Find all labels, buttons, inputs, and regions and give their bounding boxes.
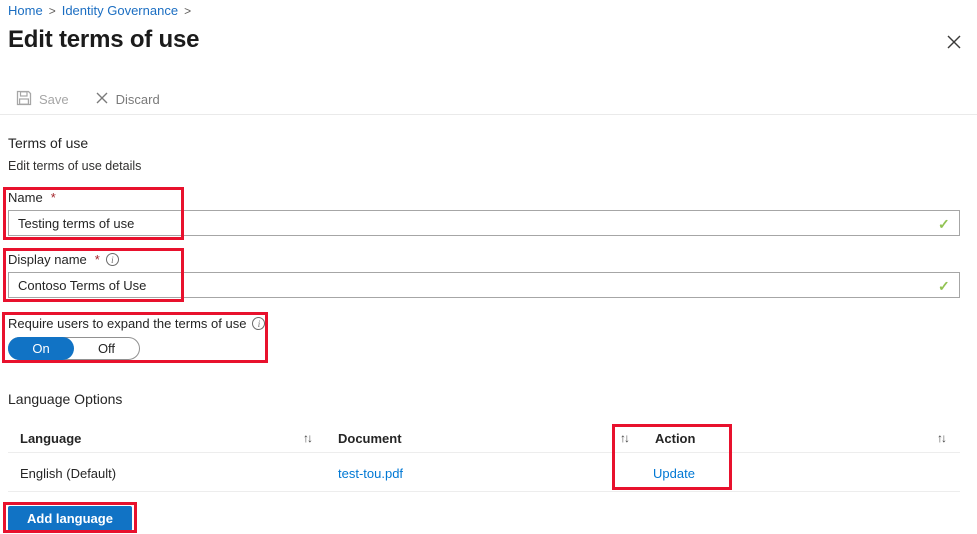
name-field-label: Name * bbox=[8, 190, 56, 205]
table-row-divider bbox=[8, 491, 960, 492]
section-subtitle: Edit terms of use details bbox=[8, 159, 142, 173]
sort-icon[interactable]: ↑↓ bbox=[620, 431, 630, 445]
expand-toggle-label: Require users to expand the terms of use… bbox=[8, 316, 266, 331]
discard-x-icon bbox=[95, 91, 109, 108]
section-title: Terms of use bbox=[8, 135, 89, 151]
display-name-input[interactable] bbox=[8, 272, 960, 298]
toggle-on-option[interactable]: On bbox=[8, 337, 74, 360]
discard-button[interactable]: Discard bbox=[95, 91, 160, 108]
update-link[interactable]: Update bbox=[653, 466, 695, 481]
expand-toggle[interactable]: On Off bbox=[8, 337, 140, 360]
breadcrumb-separator: > bbox=[48, 4, 56, 18]
sort-icon[interactable]: ↑↓ bbox=[303, 431, 313, 445]
breadcrumb: Home > Identity Governance > bbox=[8, 3, 197, 18]
column-header-language[interactable]: Language bbox=[20, 431, 81, 446]
add-language-button[interactable]: Add language bbox=[8, 506, 132, 531]
display-name-label-text: Display name bbox=[8, 252, 87, 267]
display-name-field-label: Display name * i bbox=[8, 252, 119, 267]
breadcrumb-separator: > bbox=[184, 4, 192, 18]
info-icon[interactable]: i bbox=[105, 253, 119, 266]
info-icon[interactable]: i bbox=[252, 317, 266, 330]
close-icon[interactable] bbox=[945, 33, 963, 51]
required-marker: * bbox=[94, 252, 100, 267]
language-options-heading: Language Options bbox=[8, 391, 123, 407]
table-header-divider bbox=[8, 452, 960, 453]
breadcrumb-identity-governance-link[interactable]: Identity Governance bbox=[62, 3, 178, 18]
sort-icon[interactable]: ↑↓ bbox=[937, 431, 947, 445]
table-cell-language: English (Default) bbox=[20, 466, 117, 481]
name-label-text: Name bbox=[8, 190, 43, 205]
column-header-document[interactable]: Document bbox=[338, 431, 402, 446]
command-bar: Save Discard bbox=[16, 90, 160, 109]
save-button-label: Save bbox=[39, 92, 69, 107]
name-valid-check-icon: ✓ bbox=[938, 216, 950, 232]
expand-toggle-label-text: Require users to expand the terms of use bbox=[8, 316, 247, 331]
edit-terms-of-use-page: Home > Identity Governance > Edit terms of … bbox=[0, 0, 977, 534]
toolbar-divider bbox=[0, 114, 977, 115]
save-button[interactable]: Save bbox=[16, 90, 69, 109]
discard-button-label: Discard bbox=[115, 92, 160, 107]
column-header-action[interactable]: Action bbox=[655, 431, 695, 446]
breadcrumb-home-link[interactable]: Home bbox=[8, 3, 43, 18]
name-input[interactable] bbox=[8, 210, 960, 236]
page-title: Edit terms of use bbox=[8, 26, 200, 53]
required-marker: * bbox=[50, 190, 56, 205]
document-link[interactable]: test-tou.pdf bbox=[338, 466, 403, 481]
save-icon bbox=[16, 90, 32, 109]
display-name-valid-check-icon: ✓ bbox=[938, 278, 950, 294]
toggle-off-option[interactable]: Off bbox=[74, 338, 139, 359]
